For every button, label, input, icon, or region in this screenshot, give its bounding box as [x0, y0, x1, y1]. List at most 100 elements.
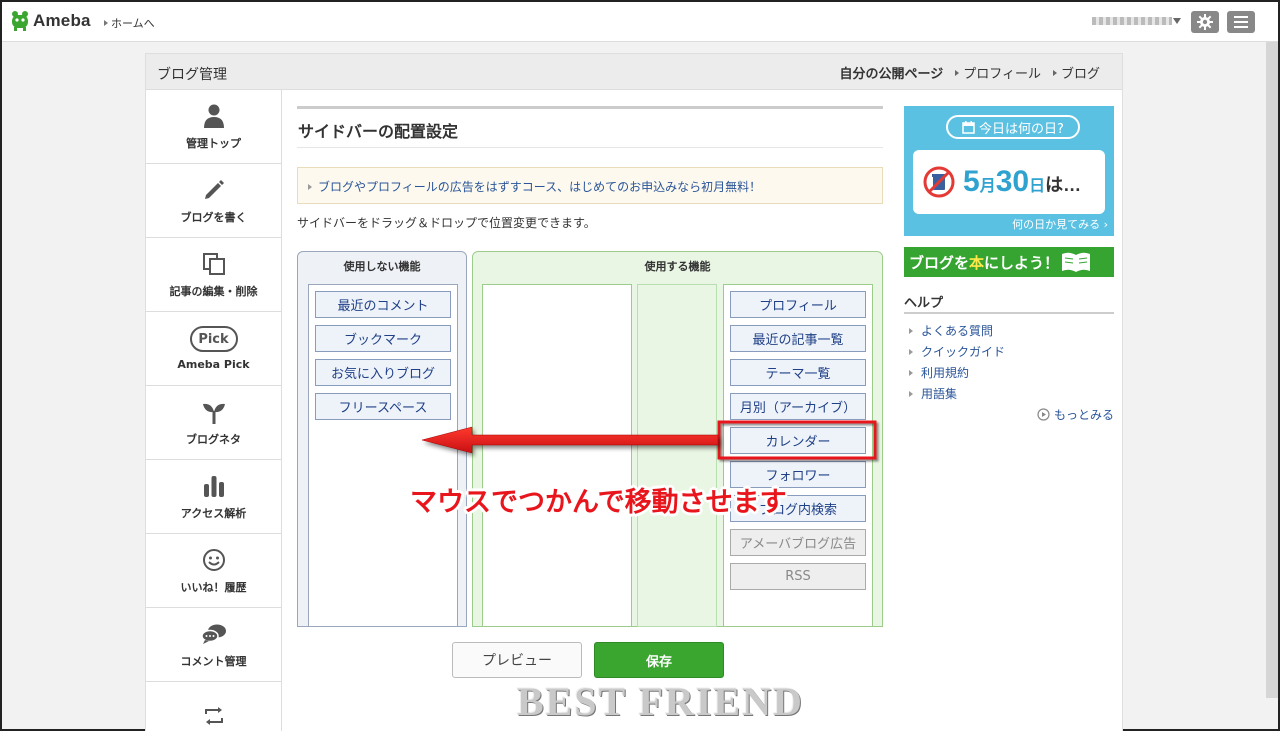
triangle-bullet-icon — [909, 328, 913, 334]
nav-item-analytics[interactable]: アクセス解析 — [146, 460, 281, 534]
today-link[interactable]: 何の日か見てみる › — [1012, 216, 1108, 232]
save-button[interactable]: 保存 — [594, 642, 724, 678]
today-month-number: 5 — [963, 165, 980, 198]
module-calendar[interactable]: カレンダー — [730, 427, 866, 454]
module-bookmarks[interactable]: ブックマーク — [315, 325, 451, 352]
today-anniversary-banner[interactable]: 今日は何の日? 5月30日は… 何の日か見てみる › — [904, 106, 1114, 236]
home-link-label: ホームへ — [111, 17, 155, 30]
nav-item-pick[interactable]: Pick Ameba Pick — [146, 312, 281, 386]
help-item-faq[interactable]: よくある質問 — [909, 322, 1005, 343]
profile-link[interactable]: プロフィール — [955, 63, 1041, 82]
triangle-bullet-icon — [909, 391, 913, 397]
profile-link-label: プロフィール — [963, 67, 1041, 82]
menu-button[interactable] — [1227, 11, 1255, 33]
unused-modules-column[interactable]: 最近のコメント ブックマーク お気に入りブログ フリースペース — [308, 284, 458, 627]
top-bar: Ameba ホームへ — [2, 2, 1278, 42]
used-modules-column-right[interactable]: プロフィール 最近の記事一覧 テーマ一覧 月別（アーカイブ） カレンダー フォロ… — [723, 284, 873, 627]
settings-button[interactable] — [1191, 11, 1219, 33]
triangle-bullet-icon — [955, 70, 960, 76]
module-favorite-blogs[interactable]: お気に入りブログ — [315, 359, 451, 386]
nav-item-neta[interactable]: ブログネタ — [146, 386, 281, 460]
header-links: 自分の公開ページ プロフィール ブログ — [839, 63, 1100, 82]
module-profile[interactable]: プロフィール — [730, 291, 866, 318]
ameba-logo-text: Ameba — [33, 11, 91, 30]
chevron-right-icon: › — [1103, 218, 1108, 231]
today-pill-text: 今日は何の日? — [979, 121, 1064, 137]
open-book-icon — [1062, 252, 1091, 272]
blog-link-label: ブログ — [1060, 67, 1100, 82]
triangle-bullet-icon — [104, 20, 108, 26]
module-monthly-archive[interactable]: 月別（アーカイブ） — [730, 393, 866, 420]
nav-label: 記事の編集・削除 — [169, 284, 258, 298]
nav-item-reblog[interactable] — [146, 682, 281, 731]
help-title: ヘルプ — [904, 292, 1114, 314]
used-modules-column-left[interactable] — [482, 284, 632, 627]
more-link[interactable]: もっとみる — [1037, 406, 1114, 423]
comment-icon — [200, 621, 227, 647]
help-list: よくある質問 クイックガイド 利用規約 用語集 — [909, 322, 1005, 406]
today-card: 5月30日は… — [913, 150, 1105, 214]
ad-free-course-text: ブログやプロフィールの広告をはずすコース、はじめてのお申込みなら初月無料！ — [318, 180, 762, 194]
nav-label: ブログネタ — [186, 432, 241, 446]
today-date: 5月30日は… — [963, 165, 1081, 199]
help-item-label: よくある質問 — [921, 324, 994, 338]
help-item-glossary[interactable]: 用語集 — [909, 385, 1005, 406]
nav-label: いいね！履歴 — [180, 580, 247, 594]
user-name-blurred[interactable] — [1092, 17, 1172, 25]
user-dropdown-icon[interactable] — [1173, 18, 1181, 24]
module-recent-comments[interactable]: 最近のコメント — [315, 291, 451, 318]
module-recent-articles[interactable]: 最近の記事一覧 — [730, 325, 866, 352]
preview-button[interactable]: プレビュー — [452, 642, 582, 678]
book-banner-hon: 本 — [969, 253, 985, 272]
ameba-logo[interactable]: Ameba — [10, 10, 91, 32]
watermark-text: BEST FRIEND — [517, 679, 804, 724]
nav-label: コメント管理 — [180, 654, 247, 668]
module-free-space[interactable]: フリースペース — [315, 393, 451, 420]
triangle-bullet-icon — [1052, 70, 1057, 76]
nav-item-write[interactable]: ブログを書く — [146, 164, 281, 238]
more-link-label: もっとみる — [1053, 408, 1114, 422]
help-item-label: 利用規約 — [921, 366, 970, 380]
nav-item-likes[interactable]: いいね！履歴 — [146, 534, 281, 608]
home-link[interactable]: ホームへ — [104, 15, 155, 31]
nav-label: 管理トップ — [186, 136, 241, 150]
nav-label: アクセス解析 — [180, 506, 247, 520]
triangle-bullet-icon — [308, 184, 312, 190]
calendar-icon — [962, 120, 975, 134]
unused-modules-header: 使用しない機能 — [343, 260, 421, 273]
book-banner-post: にしよう！ — [984, 253, 1060, 272]
module-ameba-ads: アメーバブログ広告 — [730, 529, 866, 556]
gear-icon — [1197, 14, 1213, 30]
documents-icon — [201, 251, 227, 277]
no-littering-icon — [923, 166, 955, 198]
help-item-terms[interactable]: 利用規約 — [909, 364, 1005, 385]
pick-icon: Pick — [189, 326, 238, 352]
hamburger-menu-icon — [1234, 16, 1248, 28]
used-modules-box: 使用する機能 プロフィール 最近の記事一覧 テーマ一覧 月別（アーカイブ） カレ… — [472, 251, 883, 627]
blog-to-book-banner[interactable]: ブログを本にしよう！ — [904, 247, 1114, 277]
sprout-icon — [201, 399, 227, 425]
instruction-text: サイドバーをドラッグ＆ドロップで位置変更できます。 — [297, 216, 596, 230]
help-item-quick-guide[interactable]: クイックガイド — [909, 343, 1005, 364]
module-rss: RSS — [730, 563, 866, 590]
today-date-suffix: は… — [1045, 175, 1082, 195]
nav-item-top[interactable]: 管理トップ — [146, 90, 281, 164]
module-themes[interactable]: テーマ一覧 — [730, 359, 866, 386]
panel-header: ブログ管理 自分の公開ページ プロフィール ブログ — [146, 54, 1122, 90]
section-title: サイドバーの配置設定 — [297, 106, 883, 148]
page-scrollbar[interactable] — [1266, 42, 1278, 698]
my-public-page-link[interactable]: 自分の公開ページ — [839, 63, 943, 82]
today-day-number: 30 — [995, 165, 1030, 198]
today-month-unit: 月 — [979, 178, 996, 195]
used-modules-column-center[interactable] — [637, 284, 717, 627]
blog-link[interactable]: ブログ — [1052, 63, 1100, 82]
today-day-unit: 日 — [1029, 178, 1046, 195]
nav-label: Ameba Pick — [177, 358, 250, 371]
book-banner-pre: ブログを — [909, 253, 970, 272]
today-pill: 今日は何の日? — [946, 115, 1080, 139]
ameba-logo-icon — [12, 11, 28, 31]
help-item-label: クイックガイド — [921, 345, 1006, 359]
nav-item-comments[interactable]: コメント管理 — [146, 608, 281, 682]
ad-free-course-banner[interactable]: ブログやプロフィールの広告をはずすコース、はじめてのお申込みなら初月無料！ — [297, 167, 883, 204]
nav-item-edit[interactable]: 記事の編集・削除 — [146, 238, 281, 312]
